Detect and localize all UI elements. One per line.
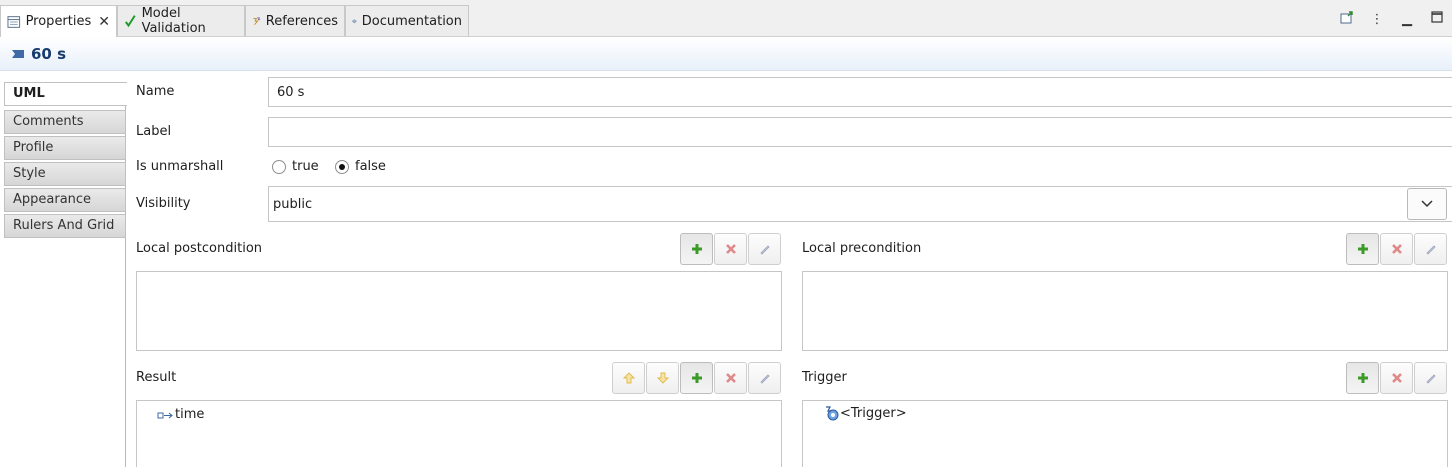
add-icon xyxy=(691,244,702,254)
result-label: Result xyxy=(136,370,177,385)
remove-icon xyxy=(1391,244,1402,254)
page-title: 60 s xyxy=(31,44,67,63)
add-icon xyxy=(1357,244,1368,254)
maximize-icon[interactable] xyxy=(1430,11,1444,27)
edit-icon xyxy=(759,374,770,384)
time-event-icon xyxy=(12,49,24,58)
close-icon[interactable]: ✕ xyxy=(98,14,110,30)
trigger-icon xyxy=(826,406,839,421)
add-postcondition-button[interactable] xyxy=(680,233,713,265)
name-label: Name xyxy=(136,84,175,99)
pin-view-icon[interactable] xyxy=(1340,10,1354,28)
properties-title-bar: 60 s xyxy=(0,37,1452,71)
view-tab-bar: Properties ✕ Model Validation References… xyxy=(0,0,1452,37)
edit-postcondition-button[interactable] xyxy=(748,233,781,265)
section-tabs: UML Comments Profile Style Appearance Ru… xyxy=(4,82,127,467)
references-icon xyxy=(253,17,261,26)
section-tab-uml[interactable]: UML xyxy=(4,82,127,106)
remove-trigger-button[interactable] xyxy=(1380,362,1413,394)
section-tab-style[interactable]: Style xyxy=(4,162,126,186)
tab-references[interactable]: References xyxy=(245,5,345,36)
visibility-dropdown-button[interactable] xyxy=(1407,188,1447,220)
checkmark-icon xyxy=(125,15,136,28)
edit-icon xyxy=(1425,374,1436,384)
local-precondition-label: Local precondition xyxy=(802,241,922,256)
output-pin-icon xyxy=(157,412,173,418)
list-item[interactable]: time xyxy=(157,407,204,422)
chevron-down-icon xyxy=(1421,200,1433,208)
visibility-label: Visibility xyxy=(136,196,191,211)
minimize-icon[interactable]: ▁ xyxy=(1400,12,1414,27)
tab-properties[interactable]: Properties ✕ xyxy=(0,5,117,37)
radio-on-icon xyxy=(335,159,349,174)
tab-model-validation-label: Model Validation xyxy=(141,6,206,36)
edit-trigger-button[interactable] xyxy=(1414,362,1447,394)
local-postcondition-label: Local postcondition xyxy=(136,241,263,256)
unmarshall-label: Is unmarshall xyxy=(136,159,224,174)
arrow-up-icon xyxy=(622,372,635,384)
add-precondition-button[interactable] xyxy=(1346,233,1379,265)
visibility-select[interactable]: public xyxy=(268,186,1452,222)
label-label: Label xyxy=(136,124,172,139)
edit-icon xyxy=(1425,245,1436,255)
trigger-list[interactable]: <Trigger> xyxy=(802,400,1448,467)
section-tab-comments[interactable]: Comments xyxy=(4,110,126,134)
radio-off-icon xyxy=(272,159,286,174)
tab-properties-label: Properties xyxy=(25,14,92,29)
add-result-button[interactable] xyxy=(680,362,713,394)
unmarshall-false-text: false xyxy=(355,159,386,174)
arrow-down-icon xyxy=(656,372,669,384)
remove-precondition-button[interactable] xyxy=(1380,233,1413,265)
trigger-item-label: <Trigger> xyxy=(840,405,907,421)
section-tab-rulers-and-grid[interactable]: Rulers And Grid xyxy=(4,214,126,238)
remove-icon xyxy=(725,244,736,254)
list-item[interactable]: <Trigger> xyxy=(824,405,907,421)
add-trigger-button[interactable] xyxy=(1346,362,1379,394)
move-up-result-button[interactable] xyxy=(612,362,645,394)
unmarshall-false-radio[interactable]: false xyxy=(335,159,386,174)
tab-documentation-label: Documentation xyxy=(361,13,462,29)
tab-documentation[interactable]: Documentation xyxy=(345,5,469,36)
unmarshall-true-radio[interactable]: true xyxy=(272,159,319,174)
local-precondition-list[interactable] xyxy=(802,271,1448,351)
remove-icon xyxy=(1391,373,1402,383)
edit-precondition-button[interactable] xyxy=(1414,233,1447,265)
result-item-label: time xyxy=(175,407,205,422)
remove-result-button[interactable] xyxy=(714,362,747,394)
tab-references-label: References xyxy=(265,13,338,29)
result-list[interactable]: time xyxy=(136,400,782,467)
edit-icon xyxy=(759,245,770,255)
section-tab-appearance[interactable]: Appearance xyxy=(4,188,126,212)
documentation-icon xyxy=(352,19,357,24)
section-tab-profile[interactable]: Profile xyxy=(4,136,126,160)
name-field[interactable]: 60 s xyxy=(268,77,1452,107)
tab-model-validation[interactable]: Model Validation xyxy=(117,5,245,36)
remove-postcondition-button[interactable] xyxy=(714,233,747,265)
add-icon xyxy=(1357,373,1368,383)
view-menu-icon[interactable]: ⋮ xyxy=(1370,12,1384,27)
visibility-value: public xyxy=(273,196,313,212)
unmarshall-true-text: true xyxy=(292,159,319,174)
remove-icon xyxy=(725,373,736,383)
properties-icon xyxy=(7,15,21,28)
trigger-label: Trigger xyxy=(802,370,847,385)
edit-result-button[interactable] xyxy=(748,362,781,394)
move-down-result-button[interactable] xyxy=(646,362,679,394)
label-field[interactable] xyxy=(268,117,1452,147)
view-toolbar: ⋮ ▁ xyxy=(1332,8,1452,30)
local-postcondition-list[interactable] xyxy=(136,271,782,351)
add-icon xyxy=(691,373,702,383)
